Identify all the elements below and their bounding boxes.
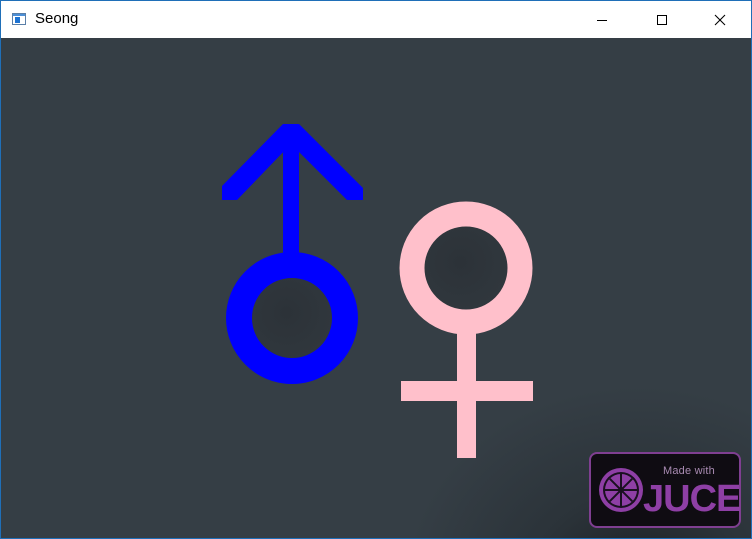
female-crossbar bbox=[401, 381, 533, 401]
minimize-button[interactable] bbox=[579, 1, 625, 38]
canvas-area: Made with JUCE bbox=[1, 38, 751, 538]
close-button[interactable] bbox=[697, 1, 743, 38]
badge-juce-label: JUCE bbox=[643, 478, 741, 520]
female-symbol bbox=[399, 201, 533, 458]
app-window: Seong Made with JUCE bbox=[0, 0, 752, 539]
female-ring bbox=[399, 201, 533, 335]
window-title: Seong bbox=[35, 10, 79, 27]
close-icon bbox=[714, 14, 726, 25]
app-window-icon bbox=[12, 13, 26, 25]
male-symbol bbox=[222, 124, 363, 384]
made-with-juce-badge[interactable]: Made with JUCE bbox=[589, 452, 741, 528]
maximize-icon bbox=[657, 14, 667, 25]
title-bar[interactable]: Seong bbox=[1, 1, 751, 38]
minimize-icon bbox=[597, 19, 607, 21]
badge-made-with-label: Made with bbox=[663, 465, 715, 477]
male-arrow-shaft bbox=[283, 133, 299, 265]
male-ring bbox=[226, 252, 358, 384]
maximize-button[interactable] bbox=[639, 1, 685, 38]
juce-logo-icon bbox=[599, 468, 643, 512]
